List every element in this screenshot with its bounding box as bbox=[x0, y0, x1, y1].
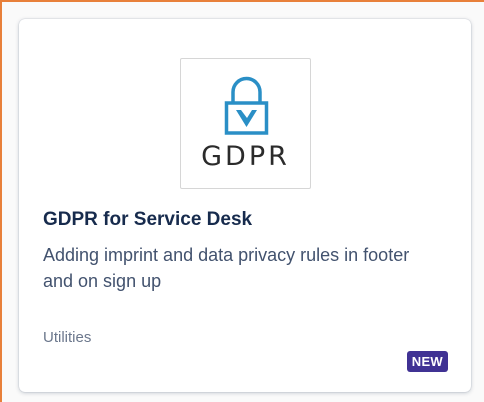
logo-wordmark: GDPR bbox=[201, 141, 290, 172]
app-card[interactable]: GDPR GDPR for Service Desk Adding imprin… bbox=[19, 19, 471, 392]
app-category: Utilities bbox=[43, 329, 92, 346]
app-description: Adding imprint and data privacy rules in… bbox=[43, 245, 410, 291]
app-title[interactable]: GDPR for Service Desk bbox=[43, 209, 252, 231]
app-logo: GDPR bbox=[180, 58, 311, 189]
new-badge: NEW bbox=[406, 351, 448, 372]
page-frame: GDPR GDPR for Service Desk Adding imprin… bbox=[0, 0, 484, 402]
